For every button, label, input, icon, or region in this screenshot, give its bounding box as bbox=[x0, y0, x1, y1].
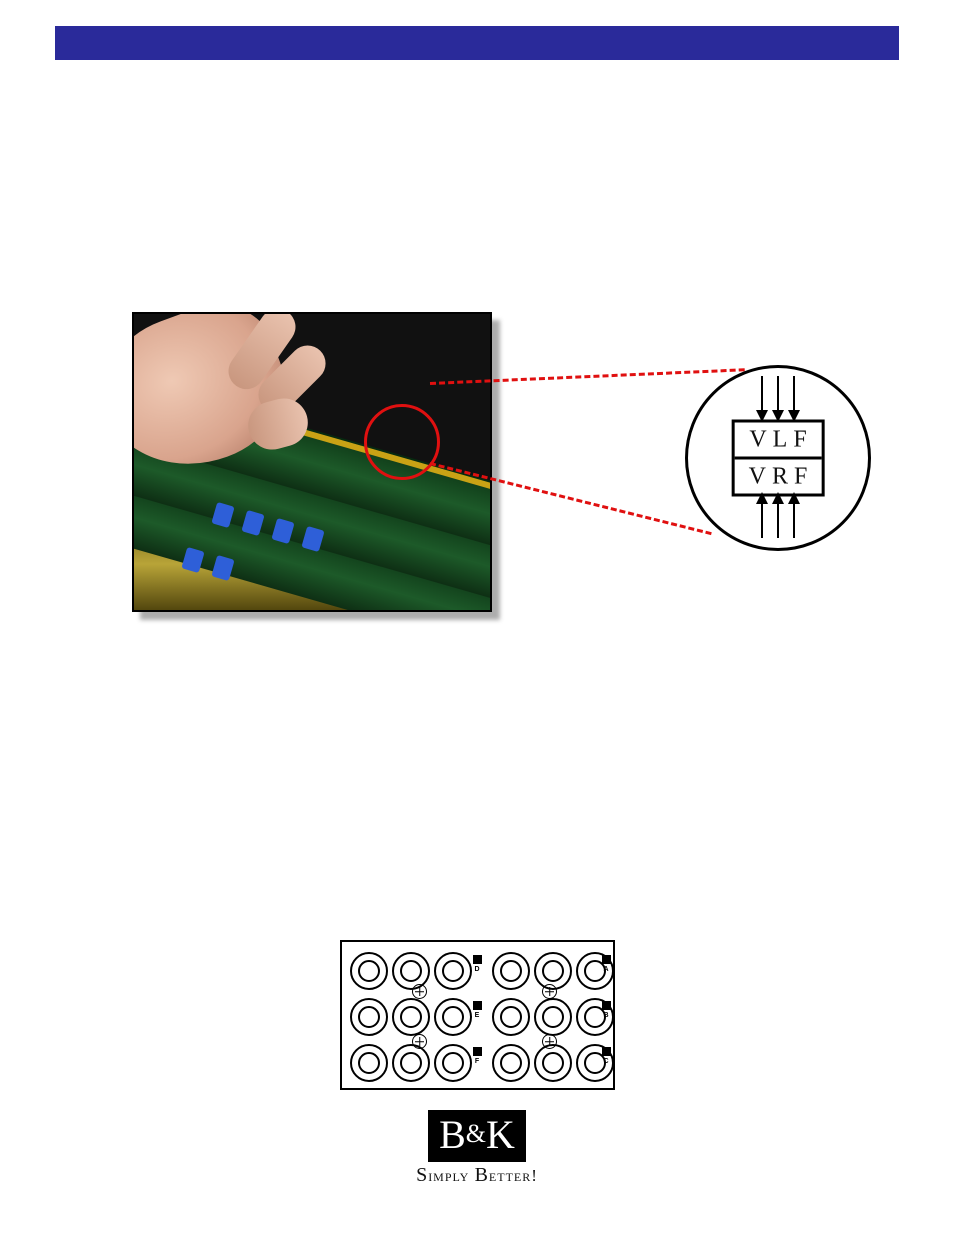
photo-frame bbox=[132, 312, 492, 612]
label-box: VLF VRF bbox=[732, 420, 825, 497]
brand-letter-b: B bbox=[439, 1112, 466, 1157]
marker-square bbox=[473, 1001, 482, 1010]
rca-jack bbox=[392, 952, 430, 990]
rca-jack bbox=[534, 998, 572, 1036]
row-label: F bbox=[472, 1058, 482, 1065]
label-diagram: VLF VRF bbox=[685, 365, 871, 551]
row-label: C bbox=[601, 1058, 611, 1065]
rca-jack bbox=[492, 1044, 530, 1082]
marker-square bbox=[473, 1047, 482, 1056]
rca-jack bbox=[434, 1044, 472, 1082]
rca-jack bbox=[434, 952, 472, 990]
rear-panel-diagram: D A E B F bbox=[340, 940, 615, 1090]
install-photo bbox=[132, 312, 492, 612]
brand-tagline: Simply Better! bbox=[407, 1164, 547, 1187]
row-label: D bbox=[472, 966, 482, 973]
row-label: A bbox=[601, 966, 611, 973]
page: VLF VRF D A bbox=[0, 0, 954, 1235]
marker-square bbox=[473, 955, 482, 964]
brand-ampersand: & bbox=[466, 1119, 486, 1148]
callout-circle bbox=[364, 404, 440, 480]
rca-jack bbox=[534, 1044, 572, 1082]
label-top-text: VLF bbox=[743, 426, 812, 453]
label-bottom-row: VRF bbox=[735, 457, 822, 494]
brand-logo: B&K Simply Better! bbox=[407, 1110, 547, 1187]
label-top-row: VLF bbox=[735, 423, 822, 457]
brand-logo-box: B&K bbox=[428, 1110, 526, 1162]
marker-square bbox=[602, 955, 611, 964]
row-label: E bbox=[472, 1012, 482, 1019]
rca-jack bbox=[392, 1044, 430, 1082]
rca-jack bbox=[434, 998, 472, 1036]
marker-square bbox=[602, 1047, 611, 1056]
label-bottom-text: VRF bbox=[743, 463, 814, 490]
rca-jack bbox=[492, 952, 530, 990]
rca-jack bbox=[350, 1044, 388, 1082]
rca-jack bbox=[350, 952, 388, 990]
screw-icon bbox=[412, 984, 427, 999]
screw-icon bbox=[542, 984, 557, 999]
rca-jack bbox=[350, 998, 388, 1036]
rca-jack bbox=[392, 998, 430, 1036]
panel-grid: D A E B F bbox=[342, 942, 613, 1088]
brand-letter-k: K bbox=[486, 1112, 515, 1157]
row-label: B bbox=[601, 1012, 611, 1019]
hand bbox=[132, 312, 334, 484]
marker-square bbox=[602, 1001, 611, 1010]
header-bar bbox=[55, 26, 899, 60]
rca-jack bbox=[492, 998, 530, 1036]
